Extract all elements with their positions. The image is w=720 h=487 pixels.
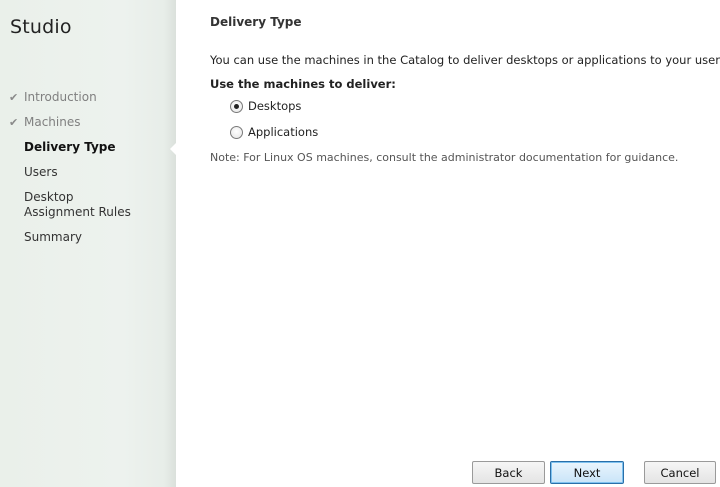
page-title: Delivery Type [210, 15, 302, 29]
step-users: Users [0, 165, 170, 180]
app-title: Studio [10, 16, 72, 38]
step-label: Desktop Assignment Rules [24, 190, 131, 219]
desktops-label[interactable]: Desktops [248, 99, 301, 113]
applications-radio[interactable] [230, 125, 243, 139]
step-summary: Summary [0, 230, 170, 245]
wizard-sidebar: Studio ✔ Introduction ✔ Machines Deliver… [0, 0, 176, 487]
page-description: You can use the machines in the Catalog … [210, 53, 720, 67]
step-delivery-type: Delivery Type [0, 140, 170, 155]
back-button[interactable]: Back [472, 461, 545, 484]
desktops-radio[interactable] [230, 99, 243, 113]
cancel-button[interactable]: Cancel [644, 461, 716, 484]
wizard-content: Delivery Type You can use the machines i… [176, 0, 720, 487]
step-introduction[interactable]: ✔ Introduction [0, 90, 170, 105]
step-label: Machines [24, 115, 81, 129]
step-label: Users [24, 165, 58, 179]
check-icon: ✔ [9, 116, 19, 129]
applications-label[interactable]: Applications [248, 125, 318, 139]
check-icon: ✔ [9, 91, 19, 104]
step-machines[interactable]: ✔ Machines [0, 115, 170, 130]
step-label: Delivery Type [24, 140, 116, 154]
applications-option[interactable]: Applications [230, 125, 318, 139]
step-label: Summary [24, 230, 82, 244]
next-button[interactable]: Next [550, 461, 624, 484]
sidebar-shadow [164, 0, 176, 487]
delivery-group-label: Use the machines to deliver: [210, 77, 396, 91]
step-desktop-assignment-rules: Desktop Assignment Rules [0, 190, 140, 220]
step-label: Introduction [24, 90, 97, 104]
desktops-option[interactable]: Desktops [230, 99, 301, 113]
wizard-window: Studio ✔ Introduction ✔ Machines Deliver… [0, 0, 720, 487]
step-list: ✔ Introduction ✔ Machines Delivery Type … [0, 90, 170, 245]
linux-note: Note: For Linux OS machines, consult the… [210, 151, 679, 164]
